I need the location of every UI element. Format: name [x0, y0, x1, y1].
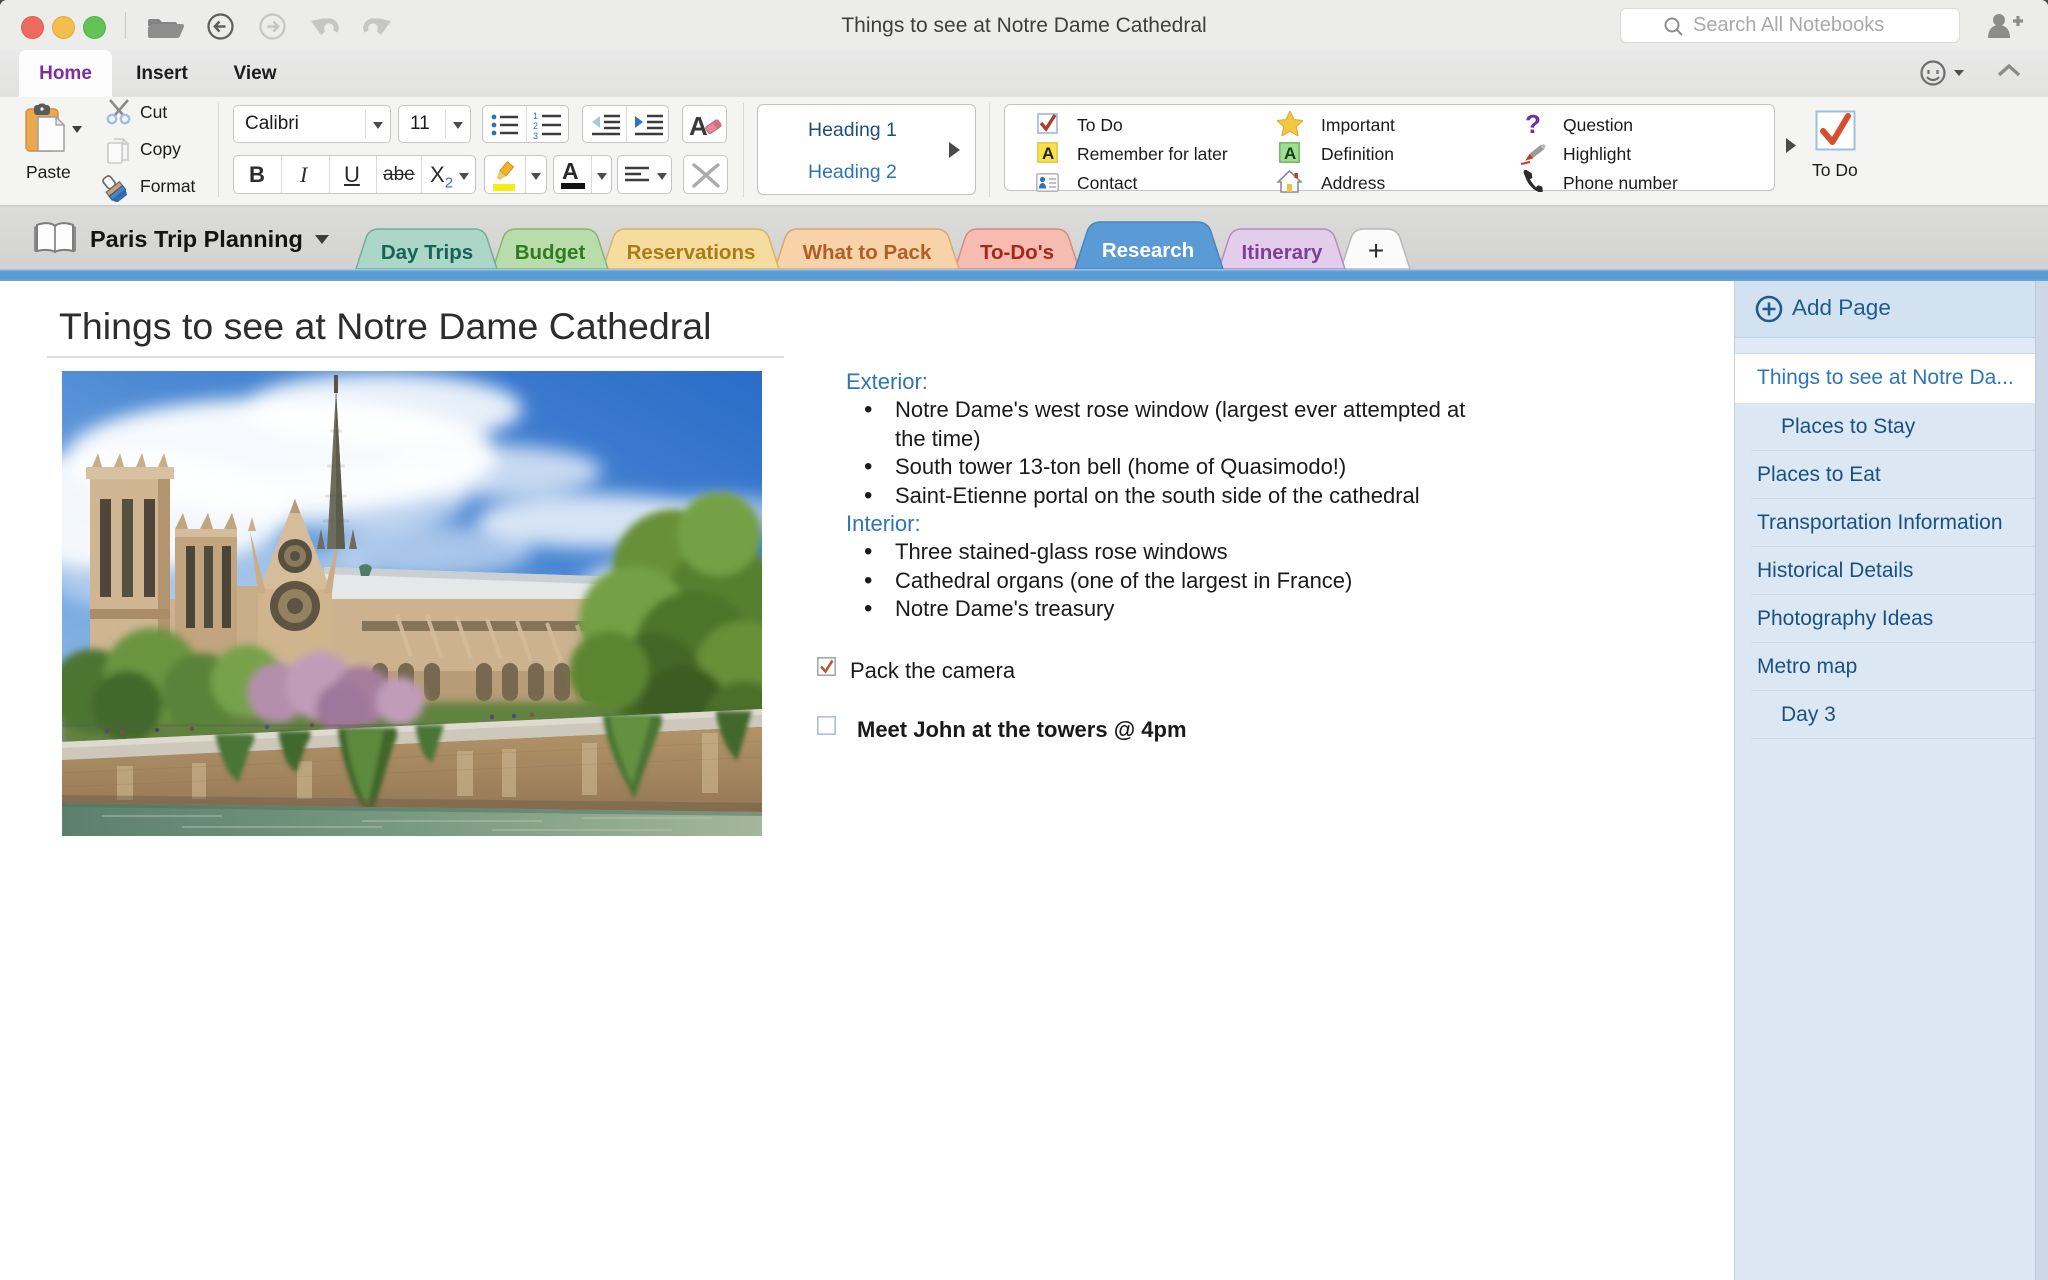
svg-text:A: A: [1042, 144, 1054, 163]
svg-text:A: A: [1284, 144, 1296, 163]
svg-text:Day Trips: Day Trips: [381, 241, 473, 264]
svg-text:Budget: Budget: [515, 241, 586, 264]
svg-text:1: 1: [533, 111, 538, 121]
svg-text:Reservations: Reservations: [627, 241, 756, 264]
svg-text:What to Pack: What to Pack: [803, 241, 932, 264]
svg-text:3: 3: [533, 131, 538, 139]
svg-text:Research: Research: [1102, 239, 1194, 262]
svg-text:To-Do's: To-Do's: [980, 241, 1054, 264]
svg-text:Itinerary: Itinerary: [1242, 241, 1323, 264]
svg-text:+: +: [1368, 235, 1384, 266]
svg-text:2: 2: [533, 121, 538, 131]
svg-text:A: A: [689, 111, 708, 139]
